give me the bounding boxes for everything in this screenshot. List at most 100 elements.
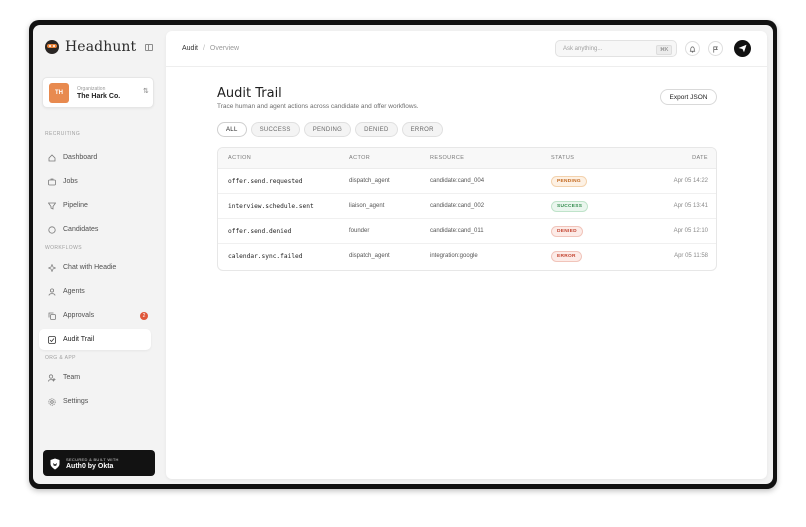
headhunt-logo-icon — [45, 40, 59, 54]
column-header-date: DATE — [692, 155, 708, 161]
sidebar-item-label: Agents — [63, 288, 85, 295]
sidebar-item-pipeline[interactable]: Pipeline — [39, 195, 151, 216]
section-label-org-app: ORG & APP — [45, 355, 76, 361]
user-icon — [48, 373, 56, 382]
sidebar-item-label: Audit Trail — [63, 336, 95, 343]
cell-resource: integration:google — [430, 253, 478, 259]
cell-action: calendar.sync.failed — [228, 253, 303, 260]
search-placeholder: Ask anything... — [563, 46, 603, 52]
sidebar-item-label: Jobs — [63, 178, 78, 185]
feedback-button[interactable] — [708, 41, 723, 56]
table-row[interactable]: offer.send.denied founder candidate:cand… — [218, 219, 716, 244]
sidebar-item-label: Pipeline — [63, 202, 88, 209]
page-subtitle: Trace human and agent actions across can… — [217, 103, 419, 110]
sidebar-item-agents[interactable]: Agents — [39, 281, 151, 302]
cell-resource: candidate:cand_004 — [430, 178, 485, 184]
sidebar-item-label: Team — [63, 374, 81, 381]
sidebar-collapse-icon[interactable] — [145, 44, 153, 51]
briefcase-icon — [48, 178, 56, 186]
cell-action: interview.schedule.sent — [228, 203, 314, 210]
brand-name: Headhunt — [65, 39, 137, 55]
auth0-okta-badge[interactable]: SECURED & BUILT WITH Auth0 by Okta — [43, 450, 155, 476]
topbar: Audit / Overview Ask anything... ⌘K — [166, 31, 767, 67]
sidebar-item-team[interactable]: Team — [39, 367, 151, 388]
okta-caption: SECURED & BUILT WITH — [66, 457, 119, 462]
section-label-workflows: WORKFLOWS — [45, 245, 82, 251]
org-switcher[interactable]: TH Organization The Hark Co. ⇅ — [42, 77, 154, 108]
sidebar-item-label: Approvals — [63, 312, 95, 319]
cell-actor: founder — [349, 228, 370, 234]
cell-resource: candidate:cand_011 — [430, 228, 484, 234]
filter-icon — [48, 202, 56, 210]
gear-icon — [48, 397, 56, 406]
spark-icon — [48, 263, 56, 272]
brand[interactable]: Headhunt — [45, 39, 136, 55]
main-panel: Audit / Overview Ask anything... ⌘K Audi… — [166, 31, 767, 479]
column-header-action: ACTION — [228, 155, 252, 161]
copy-icon — [48, 312, 56, 320]
status-badge: PENDING — [551, 176, 587, 187]
bell-icon — [689, 40, 696, 58]
agent-icon — [48, 287, 56, 296]
checklist-icon — [48, 335, 56, 344]
sidebar-item-audit-trail[interactable]: Audit Trail — [39, 329, 151, 350]
breadcrumb: Audit / Overview — [182, 45, 239, 52]
sidebar-item-candidates[interactable]: Candidates — [39, 219, 151, 240]
shield-icon — [50, 457, 60, 475]
sidebar-item-label: Dashboard — [63, 154, 98, 161]
table-row[interactable]: calendar.sync.failed dispatch_agent inte… — [218, 244, 716, 269]
cell-action: offer.send.denied — [228, 228, 292, 235]
app-window: Headhunt TH Organization The Hark Co. ⇅ … — [33, 25, 773, 484]
status-badge: ERROR — [551, 251, 582, 262]
breadcrumb-audit[interactable]: Audit — [182, 45, 198, 52]
sidebar-item-jobs[interactable]: Jobs — [39, 171, 151, 192]
sidebar-item-settings[interactable]: Settings — [39, 391, 151, 412]
switch-arrows-icon: ⇅ — [143, 88, 149, 95]
cell-date: Apr 05 11:58 — [674, 253, 708, 259]
table-row[interactable]: offer.send.requested dispatch_agent cand… — [218, 169, 716, 194]
org-name: The Hark Co. — [77, 93, 121, 100]
sidebar: Headhunt TH Organization The Hark Co. ⇅ … — [33, 25, 161, 484]
okta-title: Auth0 by Okta — [66, 463, 114, 470]
cell-actor: dispatch_agent — [349, 253, 390, 259]
filter-chip-success[interactable]: SUCCESS — [250, 122, 300, 137]
cell-date: Apr 05 12:10 — [673, 228, 708, 234]
notifications-button[interactable] — [685, 41, 700, 56]
section-label-recruiting: RECRUITING — [45, 131, 81, 137]
filter-chip-denied[interactable]: DENIED — [355, 122, 398, 137]
approvals-count-badge: 2 — [140, 312, 148, 320]
status-filters: ALL SUCCESS PENDING DENIED ERROR — [217, 122, 447, 137]
column-header-actor: ACTOR — [349, 155, 371, 161]
filter-chip-error[interactable]: ERROR — [401, 122, 443, 137]
cell-resource: candidate:cand_002 — [430, 203, 485, 209]
export-json-button[interactable]: Export JSON — [660, 89, 717, 105]
column-header-status: STATUS — [551, 155, 575, 161]
filter-chip-all[interactable]: ALL — [217, 122, 247, 137]
sidebar-item-label: Settings — [63, 398, 89, 405]
chat-icon — [48, 225, 56, 234]
filter-chip-pending[interactable]: PENDING — [303, 122, 352, 137]
org-avatar: TH — [49, 83, 69, 103]
cell-action: offer.send.requested — [228, 178, 303, 185]
cell-date: Apr 05 14:22 — [673, 178, 708, 184]
page-title: Audit Trail — [217, 86, 282, 101]
breadcrumb-overview: Overview — [209, 45, 240, 52]
sidebar-item-dashboard[interactable]: Dashboard — [39, 147, 151, 168]
table-header: ACTION ACTOR RESOURCE STATUS DATE — [218, 148, 716, 169]
cell-actor: dispatch_agent — [349, 178, 390, 184]
search-input[interactable]: Ask anything... ⌘K — [555, 40, 677, 57]
paper-plane-icon — [738, 40, 747, 58]
flag-icon — [712, 40, 719, 58]
user-avatar[interactable] — [734, 40, 751, 57]
home-icon — [48, 153, 56, 162]
cell-date: Apr 05 13:41 — [673, 203, 708, 209]
sidebar-item-label: Candidates — [63, 226, 99, 233]
search-shortcut: ⌘K — [656, 45, 673, 55]
cell-actor: liaison_agent — [349, 203, 385, 209]
sidebar-item-chat-with-headie[interactable]: Chat with Headie — [39, 257, 151, 278]
sidebar-item-approvals[interactable]: Approvals 2 — [39, 305, 151, 326]
column-header-resource: RESOURCE — [430, 155, 465, 161]
sidebar-item-label: Chat with Headie — [63, 264, 117, 271]
table-row[interactable]: interview.schedule.sent liaison_agent ca… — [218, 194, 716, 219]
audit-table: ACTION ACTOR RESOURCE STATUS DATE offer.… — [217, 147, 717, 271]
